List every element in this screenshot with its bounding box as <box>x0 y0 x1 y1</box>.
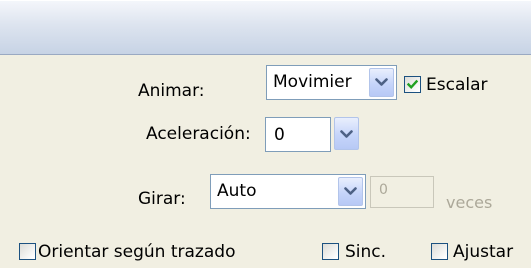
animate-dropdown-value: Movimier <box>273 72 352 92</box>
snap-label[interactable]: Ajustar <box>453 242 513 262</box>
snap-checkbox[interactable] <box>431 243 448 260</box>
scale-checkbox[interactable] <box>404 76 421 93</box>
easing-field[interactable]: 0 <box>265 117 331 152</box>
rotate-label: Girar: <box>138 189 186 209</box>
orient-to-path-checkbox[interactable] <box>19 243 36 260</box>
sync-label[interactable]: Sinc. <box>345 242 386 262</box>
checkmark-icon <box>406 79 419 90</box>
rotate-times-field[interactable]: 0 <box>370 176 434 208</box>
easing-value: 0 <box>274 125 285 145</box>
animate-dropdown[interactable]: Movimier <box>266 65 397 100</box>
easing-slider-button[interactable] <box>334 117 359 150</box>
panel-title-bar <box>0 0 531 54</box>
orient-to-path-label[interactable]: Orientar según trazado <box>38 242 235 262</box>
rotate-dropdown[interactable]: Auto <box>210 174 366 209</box>
chevron-down-icon <box>375 78 388 86</box>
rotate-times-value: 0 <box>379 182 388 198</box>
rotate-dropdown-button[interactable] <box>338 177 363 206</box>
chevron-down-icon <box>344 187 357 195</box>
rotate-times-label: veces <box>446 193 493 212</box>
animate-label: Animar: <box>138 81 205 101</box>
easing-label: Aceleración: <box>146 124 251 144</box>
rotate-dropdown-value: Auto <box>217 181 257 201</box>
chevron-down-icon <box>340 130 353 138</box>
animate-dropdown-button[interactable] <box>369 68 394 97</box>
scale-label[interactable]: Escalar <box>426 75 488 95</box>
sync-checkbox[interactable] <box>322 243 339 260</box>
